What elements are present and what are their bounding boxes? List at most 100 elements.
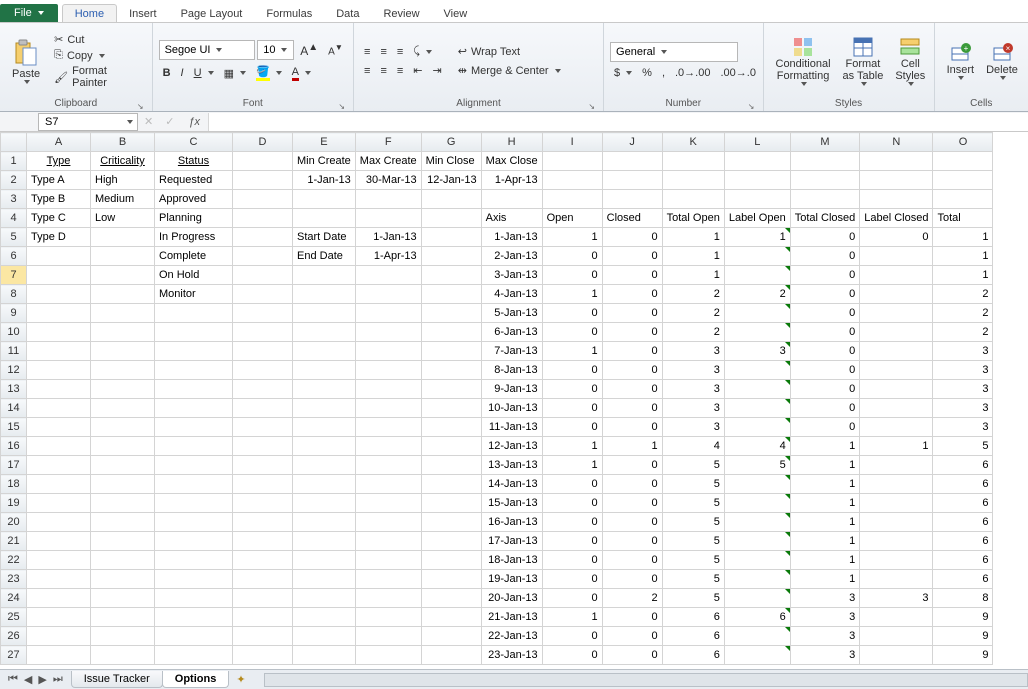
cell[interactable]	[724, 494, 790, 513]
cell[interactable]: 3	[933, 399, 993, 418]
cell[interactable]: 0	[602, 475, 662, 494]
cell[interactable]	[27, 323, 91, 342]
bold-button[interactable]: B	[159, 66, 175, 80]
cell[interactable]	[724, 589, 790, 608]
cell[interactable]	[421, 418, 481, 437]
row-header[interactable]: 4	[1, 209, 27, 228]
cell[interactable]	[91, 228, 155, 247]
cell[interactable]	[355, 608, 421, 627]
cell[interactable]: 30-Mar-13	[355, 171, 421, 190]
cell[interactable]	[91, 342, 155, 361]
cell[interactable]	[421, 228, 481, 247]
cell[interactable]	[91, 456, 155, 475]
cell[interactable]: 0	[542, 494, 602, 513]
cell[interactable]	[27, 380, 91, 399]
cell[interactable]	[233, 646, 293, 665]
cell[interactable]: 0	[602, 456, 662, 475]
cell[interactable]	[233, 513, 293, 532]
cell[interactable]	[355, 570, 421, 589]
cell[interactable]: 0	[790, 304, 860, 323]
cell[interactable]	[421, 247, 481, 266]
cell[interactable]: 3	[790, 646, 860, 665]
cell[interactable]	[233, 380, 293, 399]
cell[interactable]	[155, 418, 233, 437]
cell[interactable]: 1	[933, 266, 993, 285]
cell[interactable]: 0	[790, 323, 860, 342]
cell[interactable]: 5	[662, 475, 724, 494]
row-header[interactable]: 2	[1, 171, 27, 190]
cell[interactable]	[155, 361, 233, 380]
col-header[interactable]: G	[421, 133, 481, 152]
cell[interactable]	[421, 456, 481, 475]
cell[interactable]: Min Close	[421, 152, 481, 171]
cell[interactable]: 0	[602, 323, 662, 342]
cell[interactable]	[27, 608, 91, 627]
cell[interactable]	[602, 152, 662, 171]
cell[interactable]	[293, 418, 356, 437]
cell[interactable]	[724, 380, 790, 399]
cell[interactable]	[542, 190, 602, 209]
tab-insert[interactable]: Insert	[117, 5, 169, 22]
cell[interactable]	[233, 190, 293, 209]
cell[interactable]	[233, 399, 293, 418]
cell[interactable]	[293, 323, 356, 342]
cell[interactable]: End Date	[293, 247, 356, 266]
format-as-table-button[interactable]: Format as Table	[837, 25, 890, 97]
cell[interactable]	[860, 342, 933, 361]
col-header[interactable]: H	[481, 133, 542, 152]
cell[interactable]: Label Open	[724, 209, 790, 228]
cell[interactable]: 0	[602, 608, 662, 627]
cell[interactable]	[233, 209, 293, 228]
cell[interactable]	[933, 152, 993, 171]
cell[interactable]: 0	[790, 342, 860, 361]
cell[interactable]: 3	[933, 418, 993, 437]
cell[interactable]	[724, 399, 790, 418]
cell[interactable]: 2	[724, 285, 790, 304]
underline-button[interactable]: U	[190, 66, 218, 80]
row-header[interactable]: 6	[1, 247, 27, 266]
cell[interactable]: 5	[933, 437, 993, 456]
cell[interactable]: Min Create	[293, 152, 356, 171]
cell[interactable]: 11-Jan-13	[481, 418, 542, 437]
cell[interactable]	[27, 437, 91, 456]
cell[interactable]	[155, 570, 233, 589]
cell[interactable]: 5	[724, 456, 790, 475]
cell[interactable]: 0	[602, 513, 662, 532]
cell[interactable]	[233, 171, 293, 190]
cell[interactable]	[355, 285, 421, 304]
cell[interactable]	[860, 532, 933, 551]
row-header[interactable]: 1	[1, 152, 27, 171]
delete-cells-button[interactable]: × Delete	[980, 25, 1024, 97]
cell[interactable]: Status	[155, 152, 233, 171]
increase-indent-button[interactable]: ⇥	[429, 63, 446, 78]
cell[interactable]: 3	[933, 380, 993, 399]
cell[interactable]: 8	[933, 589, 993, 608]
cell[interactable]: 5	[662, 494, 724, 513]
cell[interactable]: Total Closed	[790, 209, 860, 228]
cell[interactable]: 6-Jan-13	[481, 323, 542, 342]
cell[interactable]: 1	[542, 437, 602, 456]
sheet-nav-next-icon[interactable]: ▶	[36, 673, 48, 686]
cell[interactable]	[293, 361, 356, 380]
cell[interactable]	[293, 209, 356, 228]
tab-view[interactable]: View	[432, 5, 480, 22]
cell[interactable]: Type B	[27, 190, 91, 209]
name-box[interactable]: S7	[38, 113, 138, 131]
cell[interactable]	[91, 627, 155, 646]
cell[interactable]: 6	[662, 646, 724, 665]
cell[interactable]	[27, 570, 91, 589]
tab-formulas[interactable]: Formulas	[254, 5, 324, 22]
cell[interactable]: 1	[542, 228, 602, 247]
cell[interactable]: 0	[602, 646, 662, 665]
cell[interactable]	[355, 456, 421, 475]
sheet-nav-first-icon[interactable]: ⏮	[6, 673, 20, 686]
cell[interactable]	[27, 361, 91, 380]
cell[interactable]	[860, 380, 933, 399]
cell[interactable]	[155, 532, 233, 551]
cell[interactable]	[421, 608, 481, 627]
cell[interactable]	[293, 646, 356, 665]
cell[interactable]	[724, 190, 790, 209]
cell[interactable]: 6	[933, 456, 993, 475]
cell[interactable]	[355, 361, 421, 380]
cell[interactable]	[91, 323, 155, 342]
